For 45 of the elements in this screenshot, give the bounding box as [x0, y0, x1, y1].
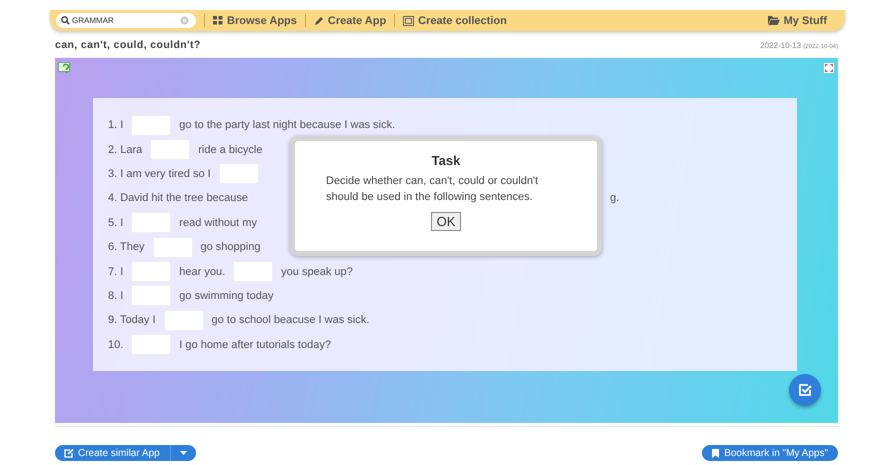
edit-icon — [64, 448, 74, 458]
sentence-text: go to school beacuse I was sick. — [212, 314, 370, 326]
fullscreen-icon[interactable] — [824, 63, 834, 73]
sentence-text: 4. David hit the tree because — [108, 192, 248, 204]
bookmark-icon — [712, 448, 720, 458]
ok-button[interactable]: OK — [430, 212, 462, 231]
folder-icon — [768, 16, 780, 25]
nav-link[interactable]: Create App — [314, 14, 386, 26]
create-similar-button[interactable]: Create similar App — [55, 445, 196, 461]
sentence-text: go shopping — [200, 241, 260, 254]
sentence-text: g. — [610, 192, 620, 204]
sentence-text: go swimming today — [179, 290, 274, 302]
caret-icon[interactable] — [180, 451, 187, 455]
sentence-text: 1. I — [108, 119, 124, 132]
dialog-message: Decide whether can, can't, could or couldn't should be used in the following sentences. — [326, 174, 540, 205]
check-button[interactable] — [789, 374, 821, 406]
my-stuff-link[interactable]: My Stuff — [768, 14, 827, 26]
sentence-text: 2. Lara — [108, 144, 142, 156]
sentence-text: read without my — [179, 216, 257, 229]
collection-icon — [403, 16, 414, 26]
nav-link[interactable]: Create collection — [403, 14, 507, 26]
help-icon[interactable] — [58, 62, 72, 74]
button-label: Create similar App — [78, 448, 160, 458]
sentence-text: ride a bicycle — [198, 144, 262, 156]
sentence-text: I go home after tutorials today? — [179, 338, 331, 351]
check-icon — [798, 384, 812, 396]
dialog-title: Task — [432, 153, 460, 168]
pencil-icon — [314, 16, 324, 26]
clear-icon[interactable] — [180, 16, 189, 25]
search-field[interactable]: GRAMMAR — [56, 13, 196, 28]
bookmark-button[interactable]: Bookmark in "My Apps" — [702, 445, 838, 461]
grid-icon — [213, 16, 223, 25]
sentence-text: 6. They — [108, 241, 144, 254]
sentence-text: 5. I — [108, 216, 124, 229]
sentence-text: 8. I — [108, 290, 124, 302]
sentence-text: 3. I am very tired so I — [108, 168, 211, 180]
sentence-text: 9. Today I — [108, 314, 156, 326]
sentence-text: 10. — [108, 338, 124, 351]
search-icon — [61, 16, 70, 25]
sentence-text: you speak up? — [281, 266, 353, 278]
sentence-text: go to the party last night because I was sick. — [179, 119, 396, 132]
app-title: can, can't, could, couldn't? — [55, 39, 201, 51]
sentence-text: hear you. — [179, 266, 226, 278]
nav-link[interactable]: Browse Apps — [213, 14, 297, 26]
sentence-text: 7. I — [108, 266, 124, 278]
